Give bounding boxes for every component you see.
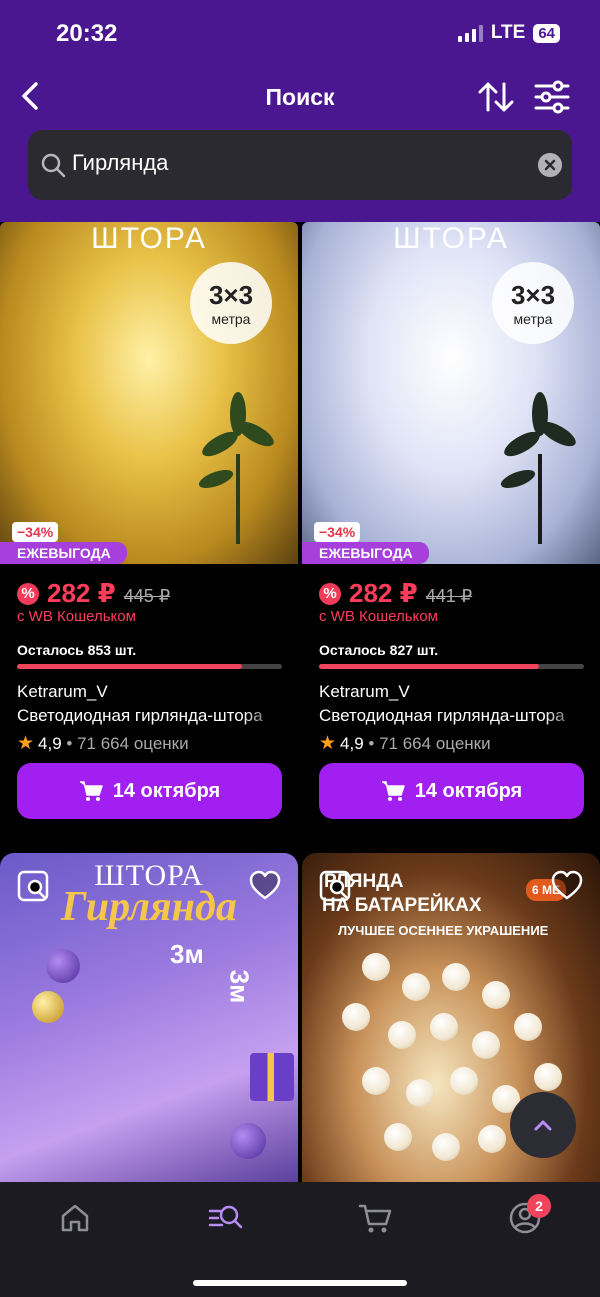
plant-decoration [198,392,274,544]
bulb [342,1003,370,1031]
image-title: ШТОРА [91,222,207,255]
catalog-search-icon[interactable] [205,1198,245,1238]
stock-bar [319,664,584,669]
dimension-label: 3м [170,939,204,969]
discount-tag-icon: % [319,582,341,605]
search-input[interactable] [72,150,512,176]
bulb [406,1079,434,1107]
sort-icon[interactable] [476,78,516,116]
discount-badge: −34% [314,522,361,542]
find-similar-icon[interactable] [16,869,50,903]
add-to-cart-button[interactable]: 14 октября [17,763,282,819]
profile-notification-badge: 2 [527,1194,551,1218]
product-name[interactable]: Светодиодная гирлянда-штора [319,706,584,726]
bulb [388,1021,416,1049]
image-subtitle: ЛУЧШЕЕ ОСЕННЕЕ УКРАШЕНИЕ [338,923,549,938]
ornament [32,991,64,1023]
heart-icon[interactable] [550,869,584,903]
price-row: % 282 ₽ 441 ₽ [319,578,472,609]
bulb [432,1133,460,1161]
plant-decoration [500,392,576,544]
cart-icon [79,781,103,801]
bulb [472,1031,500,1059]
filter-icon[interactable] [532,78,572,116]
discount-badge: −34% [12,522,59,542]
brand-name[interactable]: Ketrarum_V [17,682,108,702]
bulb [442,963,470,991]
home-icon[interactable] [55,1198,95,1238]
price: 282 ₽ [349,578,418,608]
size-badge: 3×3 метра [190,262,272,344]
find-similar-icon[interactable] [318,869,352,903]
bulb [362,953,390,981]
cart-icon [381,781,405,801]
network-label: LTE [490,22,526,43]
stock-text: Осталось 853 шт. [17,642,137,658]
bulb [478,1125,506,1153]
delivery-date: 14 октября [414,779,523,802]
ornament [230,1123,266,1159]
search-icon [41,153,66,178]
rating-value: 4,9 [340,734,364,753]
bulb [362,1067,390,1095]
bulb [482,981,510,1009]
battery-level: 64 [533,23,560,43]
promo-badge: ЕЖЕВЫГОДА [302,542,429,564]
signal-icon [457,24,483,42]
gift-box [250,1053,294,1101]
dimension-label: 3м [224,969,255,1004]
ornament [46,949,80,983]
app-header: 20:32 LTE 64 Поиск [0,0,600,222]
product-image[interactable]: ШТОРА 3×3 метра −34% ЕЖЕВЫГОДА [0,222,298,564]
bulb [450,1067,478,1095]
product-image[interactable]: ШТОРА 3×3 метра −34% ЕЖЕВЫГОДА [302,222,600,564]
stock-text: Осталось 827 шт. [319,642,439,658]
delivery-date: 14 октября [112,779,221,802]
price: 282 ₽ [47,578,116,608]
scroll-to-top-button[interactable] [510,1092,576,1158]
rating-row: ★ 4,9 • 71 664 оценки [319,732,491,755]
chevron-up-icon [534,1120,552,1131]
reviews-count: • 71 664 оценки [66,734,189,753]
home-indicator [193,1280,407,1286]
add-to-cart-button[interactable]: 14 октября [319,763,584,819]
cart-icon[interactable] [355,1198,395,1238]
reviews-count: • 71 664 оценки [368,734,491,753]
wallet-note: с WB Кошельком [17,608,136,625]
bulb [534,1063,562,1091]
bulb [402,973,430,1001]
clear-search-icon[interactable] [538,153,562,177]
star-icon: ★ [319,733,337,754]
old-price: 445 ₽ [123,586,171,606]
price-row: % 282 ₽ 445 ₽ [17,578,170,609]
image-title: ШТОРА [393,222,509,255]
stock-bar [17,664,282,669]
discount-tag-icon: % [17,582,39,605]
heart-icon[interactable] [248,869,282,903]
search-bar[interactable] [28,130,572,200]
old-price: 441 ₽ [425,586,473,606]
promo-badge: ЕЖЕВЫГОДА [0,542,127,564]
status-time: 20:32 [56,20,118,47]
rating-value: 4,9 [38,734,62,753]
bulb [384,1123,412,1151]
product-image[interactable]: ШТОРА Гирлянда 3м 3м [0,853,298,1183]
brand-name[interactable]: Ketrarum_V [319,682,410,702]
wallet-note: с WB Кошельком [319,608,438,625]
bulb [430,1013,458,1041]
size-badge: 3×3 метра [492,262,574,344]
rating-row: ★ 4,9 • 71 664 оценки [17,732,189,755]
status-indicators: LTE 64 [457,22,560,44]
product-name[interactable]: Светодиодная гирлянда-штора [17,706,282,726]
star-icon: ★ [17,733,35,754]
bulb [514,1013,542,1041]
